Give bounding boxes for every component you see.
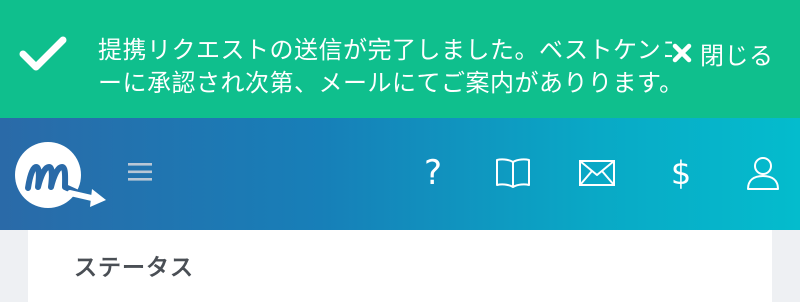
billing-button[interactable]: $ [658,150,704,196]
close-label: 閉じる [700,41,774,70]
close-button[interactable]: 閉じる [672,36,774,70]
book-icon [496,158,530,188]
hamburger-icon[interactable] [126,160,154,184]
user-icon [747,157,779,190]
notification-banner: 提携リクエストの送信が完了しました。ベストケンコーに承認され次第、メールにてご案… [0,0,800,118]
guide-button[interactable] [490,150,536,196]
logo-icon[interactable] [8,135,108,215]
mail-button[interactable] [574,150,620,196]
section-title: ステータス [74,255,194,281]
account-button[interactable] [740,150,786,196]
envelope-icon [579,160,615,186]
notification-message: 提携リクエストの送信が完了しました。ベストケンコーに承認され次第、メールにてご案… [98,36,686,97]
question-icon: ? [423,153,443,193]
app-header: ? $ [0,118,800,230]
help-button[interactable]: ? [410,150,456,196]
dollar-icon: $ [670,154,692,192]
content-card: ステータス [28,230,772,302]
checkmark-icon [19,36,67,71]
close-icon [672,43,692,63]
